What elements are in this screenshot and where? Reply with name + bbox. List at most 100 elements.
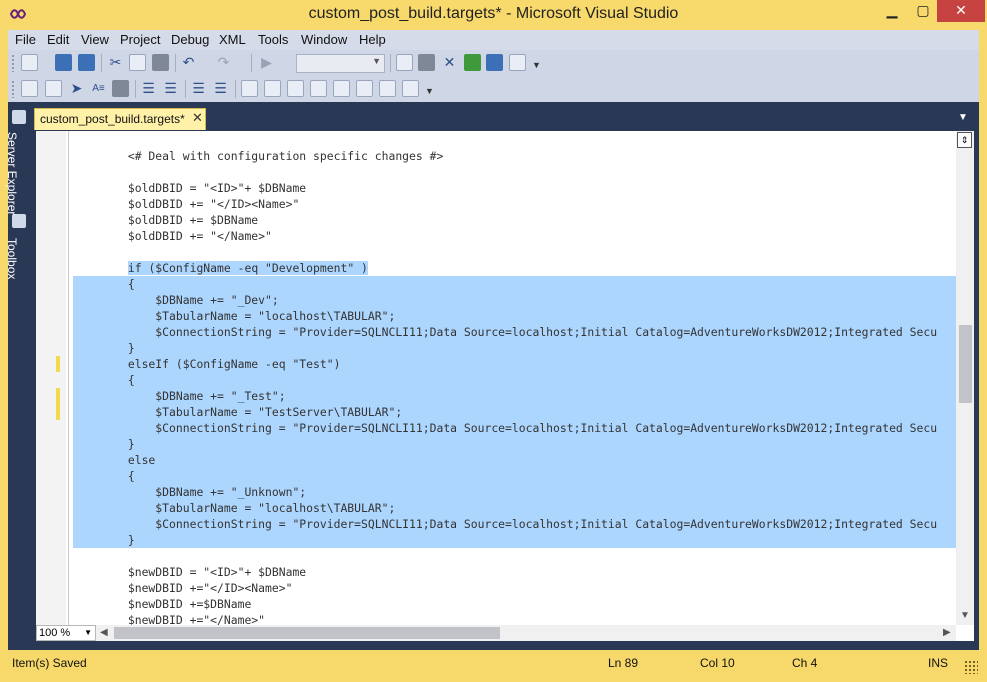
code-line[interactable]: $TabularName = "localhost\TABULAR"; <box>73 500 956 516</box>
code-line[interactable]: $oldDBID += "</Name>" <box>73 228 956 244</box>
maximize-button[interactable]: ▢ <box>908 0 938 22</box>
next-bookmark-folder-icon[interactable] <box>333 80 350 97</box>
paste-icon[interactable] <box>152 54 169 71</box>
code-line[interactable] <box>73 164 956 180</box>
code-line-text: if ($ConfigName -eq "Development" ) <box>73 261 368 275</box>
code-line[interactable]: $ConnectionString = "Provider=SQLNCLI11;… <box>73 324 956 340</box>
code-line[interactable]: $TabularName = "TestServer\TABULAR"; <box>73 404 956 420</box>
new-project-icon[interactable] <box>21 54 38 71</box>
code-line[interactable]: $DBName += "_Dev"; <box>73 292 956 308</box>
save-icon[interactable] <box>55 54 72 71</box>
properties-icon[interactable]: ✕ <box>441 54 458 71</box>
menu-view[interactable]: View <box>81 32 109 47</box>
scroll-left-icon[interactable]: ◀ <box>100 627 108 638</box>
code-line[interactable]: <# Deal with configuration specific chan… <box>73 148 956 164</box>
code-line-text: { <box>73 373 135 387</box>
document-tab[interactable]: custom_post_build.targets* ✕ <box>34 108 206 130</box>
code-line[interactable]: $newDBID +="</ID><Name>" <box>73 580 956 596</box>
code-line[interactable] <box>73 548 956 564</box>
start-debugging-icon[interactable]: ▶ <box>258 54 275 71</box>
menu-debug[interactable]: Debug <box>171 32 209 47</box>
toolbox-tab[interactable]: Toolbox <box>3 238 19 279</box>
code-line[interactable]: $newDBID +="</Name>" <box>73 612 956 625</box>
menu-file[interactable]: File <box>15 32 36 47</box>
menu-help[interactable]: Help <box>359 32 386 47</box>
save-all-icon[interactable] <box>78 54 95 71</box>
toolbar-separator <box>175 54 176 72</box>
code-line[interactable]: $TabularName = "localhost\TABULAR"; <box>73 308 956 324</box>
code-line[interactable]: elseIf ($ConfigName -eq "Test") <box>73 356 956 372</box>
close-button[interactable]: ✕ <box>937 0 985 22</box>
code-line[interactable]: $oldDBID = "<ID>"+ $DBName <box>73 180 956 196</box>
uncomment-icon[interactable]: ☰ <box>212 80 229 97</box>
next-bookmark-document-icon[interactable] <box>379 80 396 97</box>
close-icon[interactable]: ✕ <box>192 110 203 126</box>
code-line[interactable]: $newDBID +=$DBName <box>73 596 956 612</box>
find-in-files-icon[interactable] <box>396 54 413 71</box>
display-object-members-icon[interactable] <box>21 80 38 97</box>
menu-xml[interactable]: XML <box>219 32 246 47</box>
previous-bookmark-document-icon[interactable] <box>356 80 373 97</box>
increase-indent-icon[interactable]: ☰ <box>162 80 179 97</box>
scroll-down-icon[interactable]: ▼ <box>960 610 970 621</box>
code-line[interactable]: $ConnectionString = "Provider=SQLNCLI11;… <box>73 516 956 532</box>
start-page-icon[interactable] <box>509 54 526 71</box>
decrease-indent-icon[interactable]: ☰ <box>140 80 157 97</box>
scroll-right-icon[interactable]: ▶ <box>943 627 951 638</box>
code-line[interactable]: { <box>73 372 956 388</box>
code-line[interactable]: } <box>73 340 956 356</box>
redo-icon[interactable]: ↷ <box>215 54 232 71</box>
resize-grip[interactable] <box>964 660 978 674</box>
copy-icon[interactable] <box>129 54 146 71</box>
code-line[interactable]: $ConnectionString = "Provider=SQLNCLI11;… <box>73 420 956 436</box>
complete-word-icon[interactable]: A≡ <box>90 80 107 97</box>
indent-icon[interactable] <box>112 80 129 97</box>
split-window-icon[interactable]: ⇕ <box>957 132 972 148</box>
solution-explorer-icon[interactable] <box>418 54 435 71</box>
server-explorer-tab[interactable]: Server Explorer <box>3 132 19 215</box>
parameter-info-icon[interactable] <box>45 80 62 97</box>
code-line[interactable]: } <box>73 436 956 452</box>
comment-out-icon[interactable]: ☰ <box>190 80 207 97</box>
code-line[interactable]: $newDBID = "<ID>"+ $DBName <box>73 564 956 580</box>
zoom-dropdown[interactable]: 100 % ▼ <box>36 625 96 641</box>
chevron-down-icon[interactable]: ▼ <box>958 112 968 123</box>
code-line[interactable]: $DBName += "_Test"; <box>73 388 956 404</box>
solution-configuration-dropdown[interactable]: ▼ <box>296 54 385 73</box>
code-line[interactable] <box>73 244 956 260</box>
code-line[interactable]: else <box>73 452 956 468</box>
code-line[interactable]: } <box>73 532 956 548</box>
code-line[interactable]: $oldDBID += $DBName <box>73 212 956 228</box>
code-line-text: $TabularName = "localhost\TABULAR"; <box>73 501 396 515</box>
chevron-down-icon[interactable]: ▼ <box>425 86 434 96</box>
code-line-text: $DBName += "_Test"; <box>73 389 286 403</box>
code-line[interactable]: $oldDBID += "</ID><Name>" <box>73 196 956 212</box>
minimize-button[interactable]: ▁ <box>877 0 907 22</box>
undo-icon[interactable]: ↶ <box>180 54 197 71</box>
menu-window[interactable]: Window <box>301 32 347 47</box>
vertical-scroll-thumb[interactable] <box>959 325 972 403</box>
toolbox-tool-icon[interactable] <box>12 214 26 228</box>
cut-icon[interactable]: ✂ <box>107 54 124 71</box>
horizontal-scroll-thumb[interactable] <box>114 627 500 639</box>
code-line[interactable]: if ($ConfigName -eq "Development" ) <box>73 260 956 276</box>
next-bookmark-icon[interactable] <box>287 80 304 97</box>
menu-project[interactable]: Project <box>120 32 160 47</box>
previous-bookmark-folder-icon[interactable] <box>310 80 327 97</box>
code-text-area[interactable]: <# Deal with configuration specific chan… <box>73 148 956 625</box>
server-explorer-icon[interactable] <box>12 110 26 124</box>
menu-edit[interactable]: Edit <box>47 32 69 47</box>
code-line[interactable]: { <box>73 276 956 292</box>
previous-bookmark-icon[interactable] <box>264 80 281 97</box>
code-line[interactable]: $DBName += "_Unknown"; <box>73 484 956 500</box>
toolbar-grip[interactable] <box>11 80 15 98</box>
toolbox-icon[interactable] <box>486 54 503 71</box>
menu-tools[interactable]: Tools <box>258 32 288 47</box>
toolbar-grip[interactable] <box>11 54 15 72</box>
clear-bookmarks-icon[interactable] <box>402 80 419 97</box>
toggle-bookmark-icon[interactable] <box>241 80 258 97</box>
chevron-down-icon[interactable]: ▼ <box>532 60 541 70</box>
object-browser-icon[interactable] <box>464 54 481 71</box>
quick-info-icon[interactable]: ➤ <box>68 80 85 97</box>
code-line[interactable]: { <box>73 468 956 484</box>
